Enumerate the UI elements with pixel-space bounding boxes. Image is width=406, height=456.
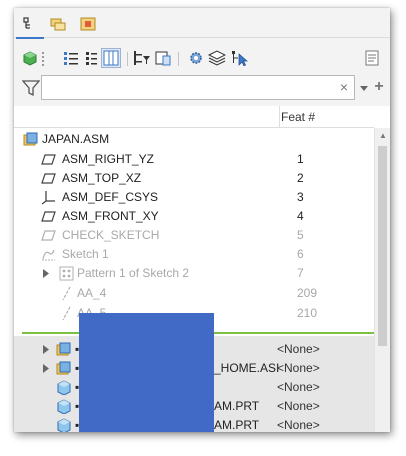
favorites-icon bbox=[80, 17, 96, 31]
tree-row-label-suffix: AM.PRT bbox=[214, 399, 260, 413]
notes-button[interactable] bbox=[362, 48, 382, 68]
tree-row[interactable]: Pattern 1 of Sketch 2 7 bbox=[14, 264, 374, 283]
feat-number: 2 bbox=[297, 171, 304, 185]
tree-row-label: ASM_TOP_XZ bbox=[62, 171, 142, 185]
redaction-block bbox=[79, 313, 214, 432]
tree-row[interactable]: Sketch 1 6 bbox=[14, 245, 374, 264]
assembly-icon bbox=[23, 132, 38, 146]
tree-row[interactable]: ASM_RIGHT_YZ 1 bbox=[14, 150, 374, 169]
search-filter-row: × + bbox=[14, 74, 390, 102]
part-icon bbox=[57, 418, 71, 432]
tree-row[interactable]: AA_4 209 bbox=[14, 284, 374, 303]
datum-plane-icon bbox=[41, 154, 56, 165]
tree-row[interactable]: CHECK_SKETCH 5 bbox=[14, 226, 374, 245]
feat-number: <None> bbox=[277, 418, 320, 432]
tree-columns-button[interactable] bbox=[101, 48, 121, 68]
toolbar-separator bbox=[127, 52, 128, 66]
tree-row-label: ASM_RIGHT_YZ bbox=[62, 152, 155, 166]
part-icon bbox=[57, 380, 71, 395]
tree-row[interactable]: ASM_TOP_XZ 2 bbox=[14, 169, 374, 188]
model-tree-icon bbox=[23, 17, 30, 29]
datum-plane-icon bbox=[41, 230, 56, 241]
feat-number: 209 bbox=[297, 286, 318, 300]
expand-arrow-icon[interactable] bbox=[42, 364, 50, 373]
feat-number: <None> bbox=[277, 342, 320, 356]
tree-settings-icon bbox=[155, 51, 171, 66]
favorites-tab[interactable] bbox=[78, 14, 98, 34]
tree-scrollbar[interactable]: ▲ bbox=[374, 128, 390, 432]
part-icon bbox=[57, 399, 71, 414]
feat-number: <None> bbox=[277, 361, 320, 375]
tree-row-label: ASM_FRONT_XY bbox=[62, 209, 159, 223]
toolbar-grip bbox=[42, 52, 44, 66]
feat-number: 5 bbox=[297, 228, 304, 242]
tree-filter-icon bbox=[134, 51, 150, 65]
tree-row-label-suffix: _HOME.ASI bbox=[214, 361, 280, 375]
tree-column-header: Feat # bbox=[14, 106, 374, 128]
expand-arrow-icon[interactable] bbox=[42, 269, 50, 278]
regenerate-button[interactable] bbox=[186, 48, 206, 68]
feat-number: 4 bbox=[297, 209, 304, 223]
tree-collapse-icon bbox=[86, 52, 97, 65]
model-tree-tab[interactable] bbox=[16, 14, 44, 39]
tree-row-label: AA_4 bbox=[77, 286, 107, 300]
datum-plane-icon bbox=[41, 173, 56, 184]
feat-number: 3 bbox=[297, 190, 304, 204]
feat-number: <None> bbox=[277, 380, 320, 394]
expand-arrow-icon[interactable] bbox=[42, 345, 50, 354]
tree-root-label: JAPAN.ASM bbox=[42, 132, 110, 146]
tree-filter-button[interactable] bbox=[132, 48, 152, 68]
tree-row-label: Pattern 1 of Sketch 2 bbox=[77, 266, 190, 280]
toolbar-separator bbox=[178, 52, 179, 66]
feat-number: <None> bbox=[277, 399, 320, 413]
feat-number: 1 bbox=[297, 152, 304, 166]
clear-search-button[interactable]: × bbox=[337, 80, 351, 94]
pattern-icon bbox=[59, 266, 74, 281]
folder-browser-icon bbox=[50, 18, 66, 31]
tree-row[interactable]: ASM_FRONT_XY 4 bbox=[14, 207, 374, 226]
scroll-thumb[interactable] bbox=[378, 146, 387, 346]
folder-browser-tab[interactable] bbox=[48, 14, 68, 34]
subassembly-icon bbox=[56, 361, 71, 375]
gear-icon bbox=[190, 52, 202, 64]
sketch-icon bbox=[42, 249, 55, 261]
axis-icon bbox=[62, 306, 71, 321]
tree-row-label: Sketch 1 bbox=[62, 247, 109, 261]
feat-number: 6 bbox=[297, 247, 304, 261]
tree-collapse-button[interactable] bbox=[80, 48, 100, 68]
search-input[interactable] bbox=[41, 75, 355, 100]
navigator-tab-strip bbox=[14, 8, 390, 39]
feat-number-column-header[interactable]: Feat # bbox=[279, 106, 374, 128]
tree-settings-button[interactable] bbox=[153, 48, 173, 68]
layers-icon bbox=[208, 50, 226, 66]
datum-plane-icon bbox=[41, 211, 56, 222]
layers-button[interactable] bbox=[207, 48, 227, 68]
tree-levels-icon bbox=[64, 52, 78, 65]
selection-filter-button[interactable] bbox=[230, 48, 250, 68]
tree-row-label-suffix: AM.PRT bbox=[214, 418, 260, 432]
subassembly-icon bbox=[56, 342, 71, 356]
scroll-up-arrow-icon[interactable]: ▲ bbox=[378, 132, 388, 140]
tree-row-label: ASM_DEF_CSYS bbox=[62, 190, 159, 204]
tree-row[interactable]: ASM_DEF_CSYS 3 bbox=[14, 188, 374, 207]
assembly-cube-icon bbox=[23, 51, 37, 66]
tree-levels-button[interactable] bbox=[61, 48, 81, 68]
feat-number: 210 bbox=[297, 306, 318, 320]
filter-funnel-icon[interactable] bbox=[22, 79, 40, 97]
feat-number: 7 bbox=[297, 266, 304, 280]
tree-columns-icon bbox=[103, 50, 119, 66]
tree-toolbar bbox=[14, 40, 390, 74]
select-cursor-icon bbox=[232, 51, 248, 66]
assembly-display-button[interactable] bbox=[20, 48, 40, 68]
tree-row-label: CHECK_SKETCH bbox=[62, 228, 160, 242]
add-column-button[interactable]: + bbox=[372, 78, 386, 96]
notes-icon bbox=[365, 50, 379, 66]
csys-icon bbox=[41, 191, 55, 205]
tree-root-row[interactable]: JAPAN.ASM bbox=[14, 130, 374, 149]
chevron-down-icon[interactable] bbox=[359, 83, 369, 93]
axis-icon bbox=[62, 286, 71, 301]
